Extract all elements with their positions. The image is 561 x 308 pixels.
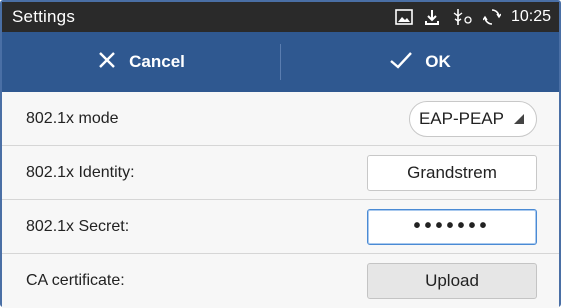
sync-icon bbox=[482, 7, 501, 27]
cancel-button[interactable]: Cancel bbox=[2, 32, 280, 92]
cancel-label: Cancel bbox=[129, 52, 185, 71]
row-8021x-mode: 802.1x mode EAP-PEAP bbox=[2, 92, 559, 146]
settings-window: Settings 10:25 Cancel OK 802.1x mode EAP… bbox=[0, 0, 561, 308]
settings-list: 802.1x mode EAP-PEAP 802.1x Identity: Gr… bbox=[2, 92, 559, 308]
mode-select-value: EAP-PEAP bbox=[418, 108, 504, 128]
usb-icon bbox=[451, 7, 473, 27]
ok-label: OK bbox=[425, 52, 451, 71]
row-ca-certificate: CA certificate: Upload bbox=[2, 254, 559, 308]
image-icon bbox=[395, 7, 413, 27]
upload-button[interactable]: Upload bbox=[367, 263, 537, 299]
row-label: 802.1x Identity: bbox=[26, 163, 135, 181]
identity-field[interactable]: Grandstrem bbox=[367, 154, 537, 191]
status-bar: Settings 10:25 bbox=[2, 2, 559, 32]
row-8021x-identity: 802.1x Identity: Grandstrem bbox=[2, 146, 559, 200]
action-bar: Cancel OK bbox=[2, 32, 559, 92]
status-bar-title: Settings bbox=[12, 7, 76, 26]
row-label: 802.1x mode bbox=[26, 109, 119, 127]
download-icon bbox=[423, 7, 441, 27]
row-label: 802.1x Secret: bbox=[26, 217, 130, 235]
row-label: CA certificate: bbox=[26, 272, 125, 289]
status-time: 10:25 bbox=[510, 8, 551, 25]
close-icon bbox=[97, 50, 117, 75]
secret-field[interactable]: ••••••• bbox=[367, 208, 537, 245]
check-icon bbox=[389, 50, 413, 75]
row-8021x-secret: 802.1x Secret: ••••••• bbox=[2, 200, 559, 254]
dropdown-corner-icon bbox=[514, 109, 524, 129]
mode-select[interactable]: EAP-PEAP bbox=[409, 100, 537, 137]
ok-button[interactable]: OK bbox=[281, 32, 559, 92]
status-icons: 10:25 bbox=[395, 7, 551, 27]
